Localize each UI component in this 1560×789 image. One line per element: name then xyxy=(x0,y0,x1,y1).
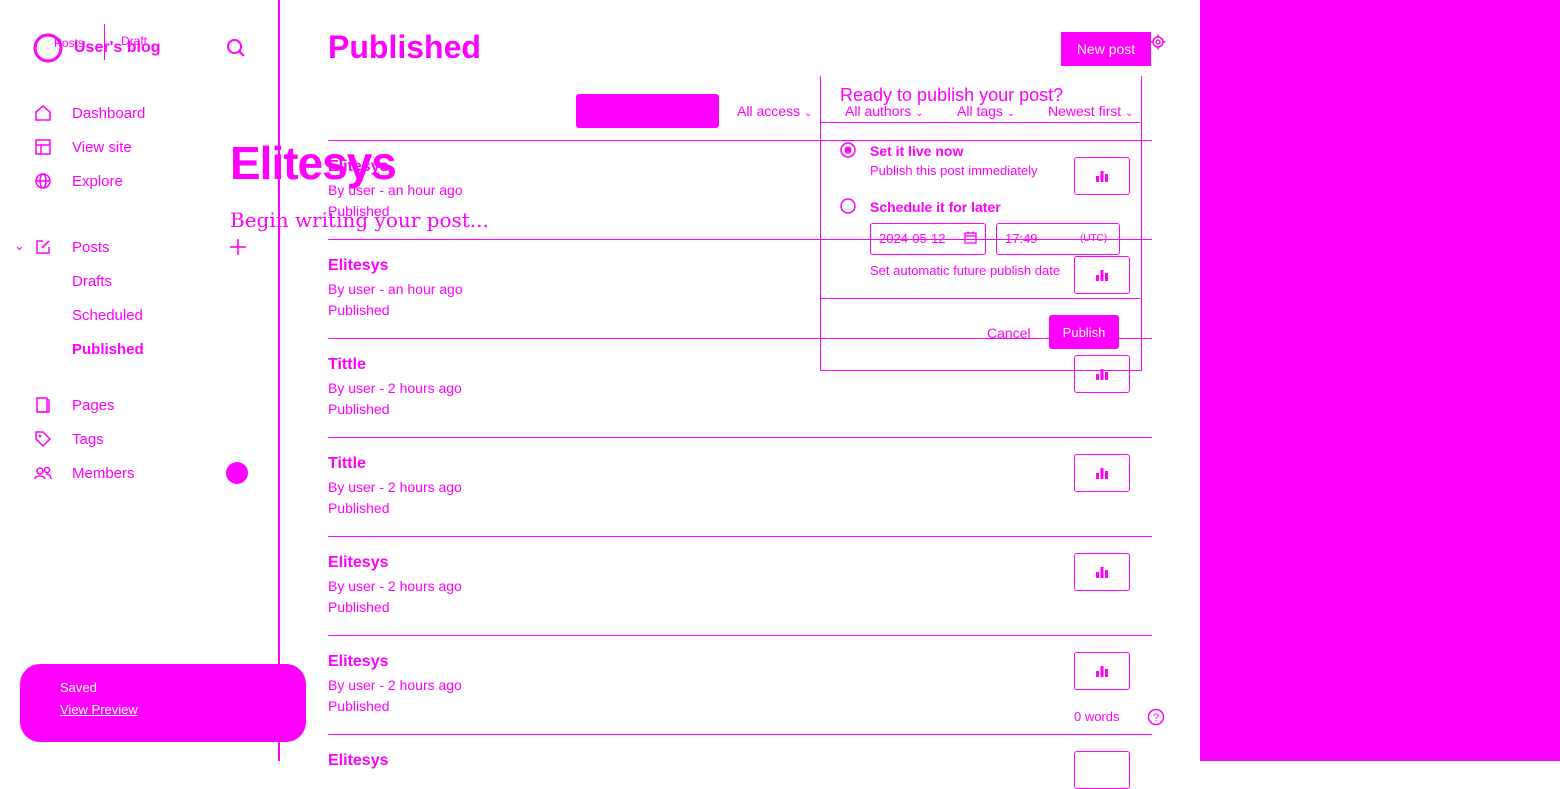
sidebar-item-label: Dashboard xyxy=(72,104,146,122)
blog-title[interactable]: User's blog xyxy=(74,39,161,57)
search-icon[interactable] xyxy=(226,38,246,58)
post-meta: By user - 2 hours ago xyxy=(328,479,462,495)
globe-icon xyxy=(34,171,60,191)
analytics-button[interactable] xyxy=(1074,454,1130,492)
sidebar-item-label: View site xyxy=(72,138,132,156)
sidebar-item-dashboard[interactable]: Dashboard xyxy=(34,103,145,123)
publish-button-label: Publish xyxy=(1062,324,1106,340)
page-title: Published xyxy=(328,29,481,65)
settings-gear-icon[interactable] xyxy=(1150,34,1166,50)
members-status-dot xyxy=(226,462,248,484)
publish-button[interactable]: Publish xyxy=(1049,315,1119,349)
option-now-desc: Publish this post immediately xyxy=(870,163,1038,178)
sidebar-item-view-site[interactable]: View site xyxy=(34,137,132,157)
sidebar-item-label: Tags xyxy=(72,430,104,448)
time-value: 17:49 xyxy=(1005,231,1038,246)
cancel-button[interactable]: Cancel xyxy=(987,325,1031,341)
sidebar-item-label: Pages xyxy=(72,396,115,414)
post-title[interactable]: Elitesys xyxy=(328,554,388,572)
page-icon xyxy=(34,395,60,415)
breadcrumb-divider xyxy=(104,24,105,60)
bar-chart-icon xyxy=(1094,566,1110,578)
sidebar-item-members[interactable]: Members xyxy=(34,463,135,483)
new-post-plus-icon[interactable] xyxy=(229,238,247,256)
bar-chart-icon xyxy=(1094,665,1110,677)
option-now-label[interactable]: Set it live now xyxy=(870,143,963,159)
sidebar-item-drafts[interactable]: Drafts xyxy=(72,273,112,290)
post-status: Published xyxy=(328,599,390,615)
radio-set-live-now[interactable] xyxy=(840,142,856,158)
post-title[interactable]: Elitesys xyxy=(328,752,388,770)
sidebar-item-tags[interactable]: Tags xyxy=(34,429,104,449)
post-status: Published xyxy=(328,302,390,318)
post-title[interactable]: Tittle xyxy=(328,356,366,374)
post-meta: By user - 2 hours ago xyxy=(328,380,462,396)
calendar-icon[interactable] xyxy=(964,231,977,244)
analytics-button[interactable] xyxy=(1074,652,1130,690)
sidebar-item-posts[interactable]: Posts xyxy=(34,237,110,257)
breadcrumb-draft: Draft xyxy=(121,34,148,48)
post-meta: By user - an hour ago xyxy=(328,281,463,297)
sidebar-divider xyxy=(278,0,280,761)
sidebar-item-label: Members xyxy=(72,464,135,482)
schedule-later-desc: Set automatic future publish date xyxy=(870,263,1061,278)
home-icon xyxy=(34,103,60,123)
right-side-panel xyxy=(1200,0,1560,761)
panel-divider xyxy=(820,298,1140,299)
back-chevron-icon[interactable]: ‹ xyxy=(34,36,38,50)
analytics-button[interactable] xyxy=(1074,751,1130,789)
new-post-button[interactable]: New post xyxy=(1061,32,1151,66)
svg-text:?: ? xyxy=(1153,712,1159,724)
access-filter-label: All access xyxy=(737,103,801,119)
saved-toast: Saved View Preview xyxy=(20,664,306,742)
members-icon xyxy=(34,463,60,483)
post-meta: By user - 2 hours ago xyxy=(328,578,462,594)
breadcrumb-posts[interactable]: Posts xyxy=(54,36,84,50)
analytics-button[interactable] xyxy=(1074,553,1130,591)
post-title[interactable]: Tittle xyxy=(328,455,366,473)
list-divider xyxy=(328,437,1152,438)
date-value: 2024-05-12 xyxy=(879,231,946,246)
post-title[interactable]: Elitesys xyxy=(328,257,388,275)
sidebar-item-scheduled[interactable]: Scheduled xyxy=(72,307,143,324)
option-later-label[interactable]: Schedule it for later xyxy=(870,199,1001,215)
panel-divider xyxy=(820,122,1140,123)
timezone-label: (UTC) xyxy=(1080,233,1108,244)
sidebar-item-label: Explore xyxy=(72,172,123,190)
list-divider xyxy=(328,536,1152,537)
post-meta: By user - 2 hours ago xyxy=(328,677,462,693)
sidebar-item-explore[interactable]: Explore xyxy=(34,171,123,191)
sidebar-item-label: Posts xyxy=(72,238,110,256)
sidebar-item-published[interactable]: Published xyxy=(72,341,144,358)
edit-icon xyxy=(34,237,60,257)
bar-chart-icon xyxy=(1094,467,1110,479)
chevron-down-icon[interactable]: ⌄ xyxy=(14,238,25,254)
help-icon[interactable]: ? xyxy=(1147,708,1165,726)
tag-icon xyxy=(34,429,60,449)
radio-schedule-later[interactable] xyxy=(840,198,856,214)
editor-title[interactable]: Elitesys xyxy=(230,136,397,190)
chevron-down-icon: ⌄ xyxy=(804,108,813,119)
post-title[interactable]: Elitesys xyxy=(328,653,388,671)
access-filter[interactable]: All access ⌄ xyxy=(737,103,812,119)
sidebar-item-pages[interactable]: Pages xyxy=(34,395,115,415)
post-status: Published xyxy=(328,401,390,417)
post-status: Published xyxy=(328,698,390,714)
publish-panel-heading: Ready to publish your post? xyxy=(840,85,1064,105)
toast-status: Saved xyxy=(60,680,97,695)
list-divider xyxy=(328,635,1152,636)
view-preview-link[interactable]: View Preview xyxy=(60,702,138,717)
list-divider xyxy=(328,734,1152,735)
word-count: 0 words xyxy=(1074,709,1120,724)
layout-icon xyxy=(34,137,60,157)
editor-body-placeholder[interactable]: Begin writing your post... xyxy=(230,208,489,232)
post-status: Published xyxy=(328,500,390,516)
type-filter-dropdown[interactable] xyxy=(576,94,719,128)
